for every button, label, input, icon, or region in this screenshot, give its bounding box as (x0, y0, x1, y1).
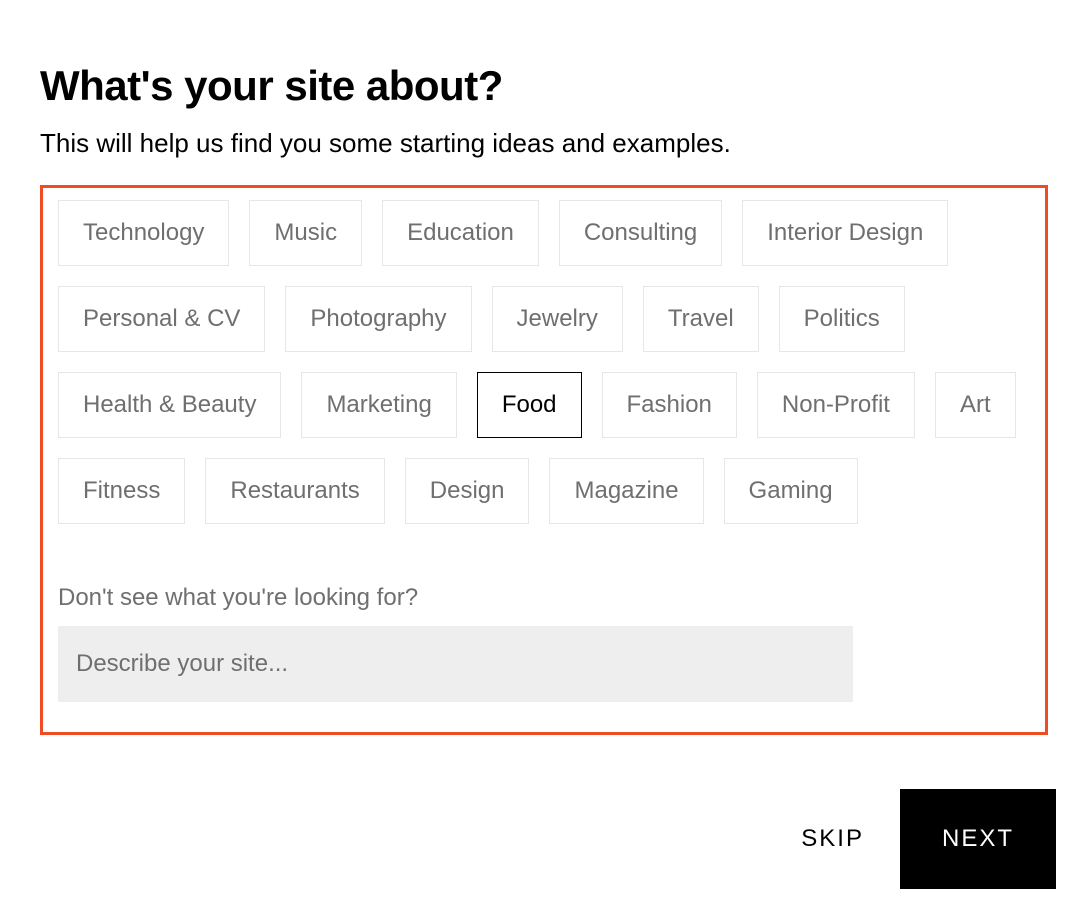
topic-pill-food[interactable]: Food (477, 372, 582, 438)
topic-pill-education[interactable]: Education (382, 200, 539, 266)
topic-pill-design[interactable]: Design (405, 458, 530, 524)
topic-pill-restaurants[interactable]: Restaurants (205, 458, 384, 524)
topic-pill-gaming[interactable]: Gaming (724, 458, 858, 524)
footer-actions: SKIP NEXT (801, 789, 1056, 889)
page-subheading: This will help us find you some starting… (40, 128, 1052, 159)
skip-button[interactable]: SKIP (801, 825, 864, 853)
topic-pill-jewelry[interactable]: Jewelry (492, 286, 623, 352)
page-heading: What's your site about? (40, 62, 1052, 110)
topic-pill-interior-design[interactable]: Interior Design (742, 200, 948, 266)
topic-grid: Technology Music Education Consulting Interi… (58, 200, 1030, 524)
topic-pill-technology[interactable]: Technology (58, 200, 229, 266)
describe-prompt-label: Don't see what you're looking for? (58, 584, 1030, 612)
topic-pill-consulting[interactable]: Consulting (559, 200, 722, 266)
describe-site-input[interactable] (58, 626, 853, 702)
topic-pill-health-beauty[interactable]: Health & Beauty (58, 372, 281, 438)
topic-pill-art[interactable]: Art (935, 372, 1016, 438)
topic-pill-fashion[interactable]: Fashion (602, 372, 737, 438)
topic-pill-personal-cv[interactable]: Personal & CV (58, 286, 265, 352)
topic-pill-fitness[interactable]: Fitness (58, 458, 185, 524)
topic-pill-photography[interactable]: Photography (285, 286, 471, 352)
topic-pill-travel[interactable]: Travel (643, 286, 759, 352)
topic-pill-politics[interactable]: Politics (779, 286, 905, 352)
topic-pill-music[interactable]: Music (249, 200, 362, 266)
topic-pill-non-profit[interactable]: Non-Profit (757, 372, 915, 438)
topic-pill-magazine[interactable]: Magazine (549, 458, 703, 524)
topic-pill-marketing[interactable]: Marketing (301, 372, 456, 438)
next-button[interactable]: NEXT (900, 789, 1056, 889)
topic-highlight-box: Technology Music Education Consulting Interi… (40, 185, 1048, 735)
